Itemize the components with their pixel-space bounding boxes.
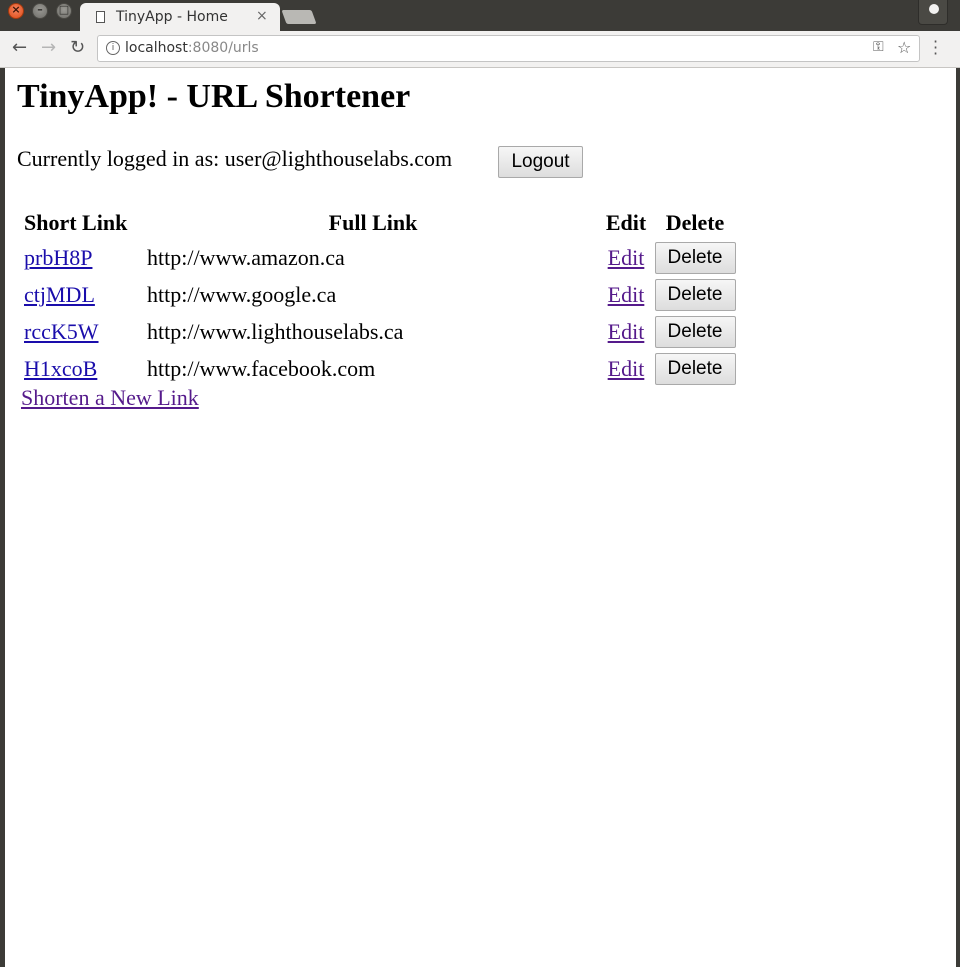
forward-button[interactable]: → [41,37,56,58]
edit-link[interactable]: Edit [608,319,645,344]
tab-title: TinyApp - Home [116,9,228,25]
full-link: http://www.amazon.ca [147,245,345,270]
page-title: TinyApp! - URL Shortener [17,78,411,115]
window-titlebar: × – □ TinyApp - Home × [0,0,960,32]
header-delete: Delete [665,210,725,235]
maximize-icon: □ [58,3,70,16]
page-icon [96,11,105,23]
short-link[interactable]: H1xcoB [24,356,97,381]
short-link[interactable]: rccK5W [24,319,99,344]
header-full-link: Full Link [328,210,418,235]
urls-table: Short Link Full Link Edit Delete prbH8P … [20,204,739,390]
info-icon[interactable]: i [106,41,120,55]
table-row: rccK5W http://www.lighthouselabs.ca Edit… [22,316,737,348]
logout-button[interactable]: Logout [498,146,583,178]
edit-link[interactable]: Edit [608,282,645,307]
window-maximize-button[interactable]: □ [56,3,72,19]
tab-close-button[interactable]: × [256,8,268,24]
page-viewport: TinyApp! - URL Shortener Currently logge… [5,68,956,967]
delete-button[interactable]: Delete [654,316,736,348]
edit-link[interactable]: Edit [608,245,645,270]
close-icon: × [11,3,21,16]
reload-button[interactable]: ↻ [70,37,85,58]
table-row: prbH8P http://www.amazon.ca Edit Delete [22,242,737,274]
minimize-icon: – [37,3,43,16]
full-link: http://www.lighthouselabs.ca [147,319,404,344]
menu-icon[interactable]: · · · [933,34,938,62]
delete-button[interactable]: Delete [654,279,736,311]
browser-toolbar: ← → ↻ i localhost:8080/urls ⚿ ☆ · · · [0,31,960,68]
login-status: Currently logged in as: user@lighthousel… [17,146,453,171]
key-icon[interactable]: ⚿ [873,39,884,55]
new-tab-button[interactable] [281,10,317,24]
table-header-row: Short Link Full Link Edit Delete [22,209,737,237]
full-link: http://www.facebook.com [147,356,376,381]
delete-button[interactable]: Delete [654,353,736,385]
delete-button[interactable]: Delete [654,242,736,274]
short-link[interactable]: prbH8P [24,245,92,270]
address-bar[interactable]: i localhost:8080/urls ⚿ ☆ [97,35,920,62]
back-button[interactable]: ← [12,37,27,58]
shorten-new-link[interactable]: Shorten a New Link [21,385,199,411]
profile-button[interactable] [918,0,948,25]
full-link: http://www.google.ca [147,282,337,307]
window-close-button[interactable]: × [8,3,24,19]
header-edit: Edit [605,210,647,235]
table-row: H1xcoB http://www.facebook.com Edit Dele… [22,353,737,385]
short-link[interactable]: ctjMDL [24,282,95,307]
url-host: localhost [125,40,188,56]
url-path: :8080/urls [187,40,259,56]
profile-icon [929,4,939,14]
table-row: ctjMDL http://www.google.ca Edit Delete [22,279,737,311]
bookmark-star-icon[interactable]: ☆ [897,38,911,57]
header-short-link: Short Link [24,210,128,235]
url-text[interactable]: localhost:8080/urls [125,40,259,56]
edit-link[interactable]: Edit [608,356,645,381]
browser-tab[interactable]: TinyApp - Home × [80,3,280,32]
window-minimize-button[interactable]: – [32,3,48,19]
